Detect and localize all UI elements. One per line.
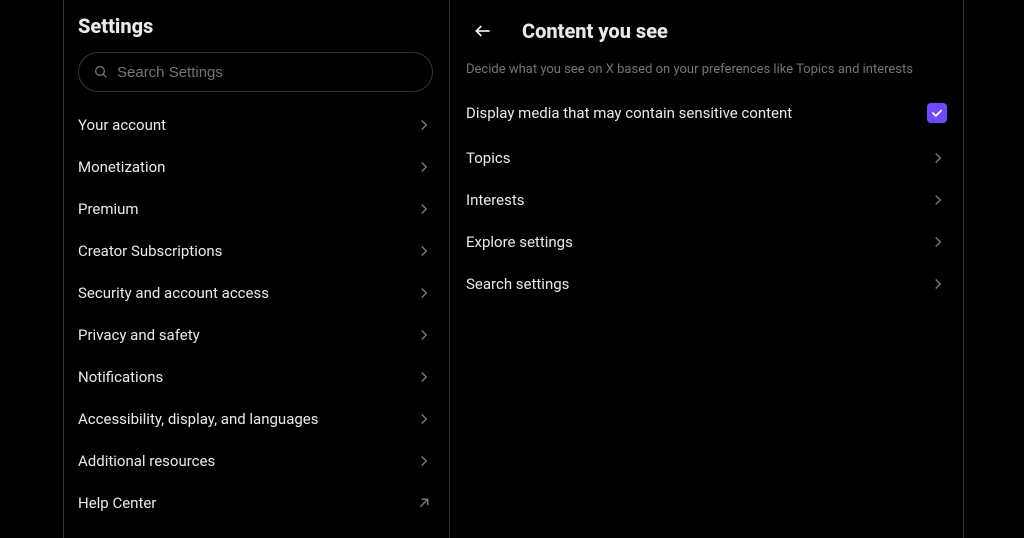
chevron-right-icon [929, 191, 947, 209]
sensitive-media-toggle-row: Display media that may contain sensitive… [450, 93, 963, 137]
chevron-right-icon [929, 233, 947, 251]
settings-item-label: Additional resources [78, 452, 215, 470]
settings-item-your-account[interactable]: Your account [62, 104, 449, 146]
chevron-right-icon [929, 275, 947, 293]
check-icon [930, 106, 944, 120]
chevron-right-icon [415, 410, 433, 428]
content-title: Content you see [522, 19, 668, 43]
settings-item-label: Monetization [78, 158, 165, 176]
chevron-right-icon [415, 200, 433, 218]
chevron-right-icon [415, 368, 433, 386]
chevron-right-icon [929, 149, 947, 167]
settings-item-label: Accessibility, display, and languages [78, 410, 318, 428]
chevron-right-icon [415, 242, 433, 260]
settings-item-help-center[interactable]: Help Center [62, 482, 449, 524]
settings-item-label: Notifications [78, 368, 163, 386]
settings-item-creator-subs[interactable]: Creator Subscriptions [62, 230, 449, 272]
settings-item-label: Privacy and safety [78, 326, 200, 344]
settings-title: Settings [62, 10, 449, 48]
content-item-explore-settings[interactable]: Explore settings [450, 221, 963, 263]
search-input[interactable] [117, 64, 418, 81]
chevron-right-icon [415, 116, 433, 134]
content-header: Content you see [450, 10, 963, 54]
back-button[interactable] [466, 14, 500, 48]
sensitive-media-checkbox[interactable] [927, 103, 947, 123]
settings-item-label: Security and account access [78, 284, 269, 302]
settings-item-notifications[interactable]: Notifications [62, 356, 449, 398]
settings-item-label: Creator Subscriptions [78, 242, 222, 260]
settings-item-monetization[interactable]: Monetization [62, 146, 449, 188]
chevron-right-icon [415, 452, 433, 470]
left-nav-strip [0, 0, 62, 538]
content-item-label: Interests [466, 191, 525, 209]
chevron-right-icon [415, 158, 433, 176]
settings-item-premium[interactable]: Premium [62, 188, 449, 230]
settings-item-label: Premium [78, 200, 139, 218]
content-subtitle: Decide what you see on X based on your p… [450, 54, 963, 93]
search-icon [93, 64, 109, 80]
content-item-label: Topics [466, 149, 510, 167]
content-item-label: Search settings [466, 275, 569, 293]
content-item-interests[interactable]: Interests [450, 179, 963, 221]
settings-pane: Settings Your account Monetization Premi… [62, 0, 450, 538]
settings-item-additional-resources[interactable]: Additional resources [62, 440, 449, 482]
settings-item-label: Help Center [78, 494, 156, 512]
external-link-icon [415, 494, 433, 512]
content-item-search-settings[interactable]: Search settings [450, 263, 963, 305]
chevron-right-icon [415, 326, 433, 344]
settings-item-privacy[interactable]: Privacy and safety [62, 314, 449, 356]
search-settings[interactable] [78, 52, 433, 92]
settings-item-accessibility[interactable]: Accessibility, display, and languages [62, 398, 449, 440]
arrow-left-icon [473, 21, 493, 41]
content-item-label: Explore settings [466, 233, 573, 251]
settings-item-label: Your account [78, 116, 166, 134]
search-container [62, 48, 449, 104]
app-root: Settings Your account Monetization Premi… [0, 0, 1024, 538]
settings-list: Your account Monetization Premium Creato… [62, 104, 449, 524]
content-pane: Content you see Decide what you see on X… [450, 0, 964, 538]
settings-item-security[interactable]: Security and account access [62, 272, 449, 314]
content-item-topics[interactable]: Topics [450, 137, 963, 179]
sensitive-media-label: Display media that may contain sensitive… [466, 104, 792, 122]
chevron-right-icon [415, 284, 433, 302]
right-strip [964, 0, 1024, 538]
